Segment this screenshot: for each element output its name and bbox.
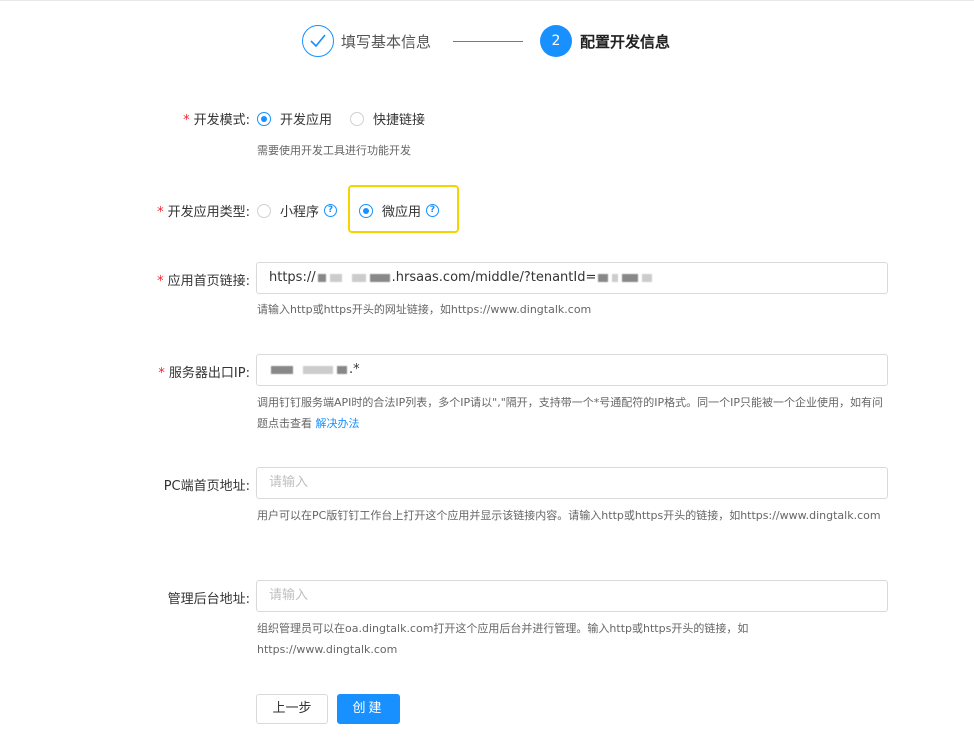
radio-quick-link-label: 快捷链接 xyxy=(373,113,426,128)
radio-dev-app-label: 开发应用 xyxy=(280,113,333,128)
radio-unchecked-icon[interactable] xyxy=(350,111,365,126)
redacted-text xyxy=(337,365,347,374)
dev-mode-radio-group: 开发应用 快捷链接 xyxy=(257,109,443,128)
redacted-text xyxy=(351,273,366,282)
required-mark: * xyxy=(183,113,190,128)
dev-mode-label: * 开发模式: xyxy=(183,113,250,128)
required-mark: * xyxy=(157,205,164,220)
redacted-text xyxy=(369,273,390,282)
required-mark: * xyxy=(157,274,164,289)
steps-bar: 填写基本信息 2 配置开发信息 xyxy=(0,25,974,59)
radio-checked-icon[interactable] xyxy=(257,111,271,126)
homepage-link-input[interactable]: https://.hrsaas.com/middle/?tenantId= xyxy=(256,262,888,294)
radio-quick-link[interactable]: 快捷链接 xyxy=(350,109,425,128)
highlight-annotation-box xyxy=(348,185,459,233)
redacted-text xyxy=(329,273,342,282)
required-mark: * xyxy=(158,366,165,381)
redacted-text xyxy=(303,365,333,374)
server-ip-label: * 服务器出口IP: xyxy=(158,366,250,381)
create-button[interactable]: 创建 xyxy=(337,694,400,724)
admin-url-hint: 组织管理员可以在oa.dingtalk.com打开这个应用后台并进行管理。输入h… xyxy=(257,622,749,656)
radio-mini-program[interactable]: 小程序 ? xyxy=(257,201,338,220)
radio-unchecked-icon[interactable] xyxy=(257,203,271,218)
redacted-text xyxy=(598,273,609,282)
homepage-link-label: * 应用首页链接: xyxy=(157,274,250,289)
dev-mode-hint: 需要使用开发工具进行功能开发 xyxy=(257,144,411,157)
step-1-label: 填写基本信息 xyxy=(341,33,432,51)
pc-homepage-input[interactable]: 请输入 xyxy=(256,467,888,499)
redacted-text xyxy=(642,273,653,282)
homepage-link-hint: 请输入http或https开头的网址链接，如https://www.dingta… xyxy=(257,303,592,316)
step-2-number: 2 xyxy=(540,25,572,57)
radio-dev-app[interactable]: 开发应用 xyxy=(257,109,332,128)
prev-step-button[interactable]: 上一步 xyxy=(256,694,328,724)
app-type-label: * 开发应用类型: xyxy=(157,205,250,220)
admin-url-label: 管理后台地址: xyxy=(167,592,250,607)
solution-link[interactable]: 解决办法 xyxy=(316,417,360,430)
server-ip-input[interactable]: .* xyxy=(256,354,888,386)
redacted-text xyxy=(317,273,326,282)
pc-homepage-label: PC端首页地址: xyxy=(163,479,250,494)
redacted-text xyxy=(622,273,639,282)
step-connector xyxy=(453,41,523,42)
step-done-check-icon xyxy=(302,25,334,57)
radio-mini-program-label: 小程序 xyxy=(280,205,320,220)
pc-homepage-hint: 用户可以在PC版钉钉工作台上打开这个应用并显示该链接内容。请输入http或htt… xyxy=(257,509,881,522)
top-divider xyxy=(0,0,974,1)
help-question-icon[interactable]: ? xyxy=(324,204,338,217)
server-ip-hint: 调用钉钉服务端API时的合法IP列表，多个IP请以","隔开，支持带一个*号通配… xyxy=(257,396,884,430)
redacted-text xyxy=(271,365,293,374)
step-2-label: 配置开发信息 xyxy=(580,33,671,51)
redacted-text xyxy=(612,273,619,282)
admin-url-input[interactable]: 请输入 xyxy=(256,580,888,612)
